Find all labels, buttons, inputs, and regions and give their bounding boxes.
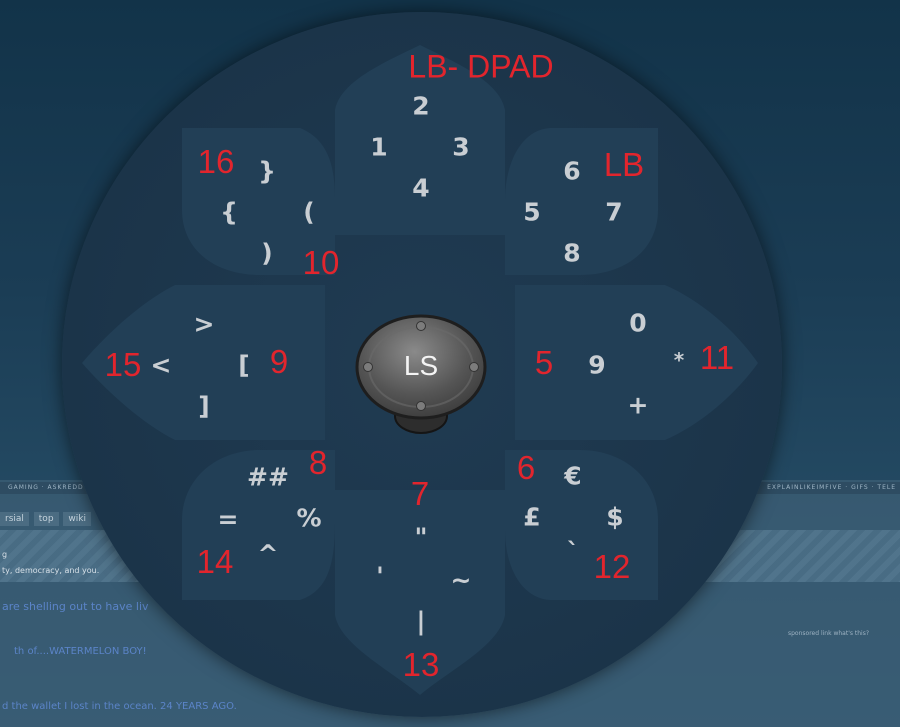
key-6: 6 <box>563 156 581 186</box>
key-close-paren: ) <box>261 238 273 268</box>
key-percent: % <box>296 503 322 533</box>
key-open-paren: ( <box>303 197 315 227</box>
key-asterisk: * <box>673 348 685 372</box>
key-5: 5 <box>523 197 541 227</box>
key-close-brace: } <box>258 156 276 186</box>
left-stick-label: LS <box>403 350 439 381</box>
key-1: 1 <box>370 132 388 162</box>
key-4: 4 <box>412 173 430 203</box>
group-label-9: 9 <box>269 343 289 380</box>
key-greater-than: > <box>193 309 215 339</box>
key-7: 7 <box>605 197 623 227</box>
group-label-13: 13 <box>402 646 440 683</box>
key-2: 2 <box>412 91 430 121</box>
key-equals: = <box>217 504 239 534</box>
key-caret: ^ <box>257 539 279 569</box>
group-label-14: 14 <box>196 543 234 580</box>
key-8: 8 <box>563 238 581 268</box>
group-label-11: 11 <box>699 339 735 376</box>
group-label-10: 10 <box>302 244 340 281</box>
group-label-lb: LB <box>603 146 645 183</box>
key-double-quote: " <box>414 522 428 552</box>
key-plus: + <box>627 390 649 420</box>
key-euro: € <box>564 461 582 491</box>
group-label-7: 7 <box>410 475 430 512</box>
key-apostrophe: ' <box>376 561 384 591</box>
group-label-5: 5 <box>534 344 554 381</box>
key-hash-hash: ## <box>247 462 289 492</box>
key-0: 0 <box>629 308 647 338</box>
key-close-bracket: ] <box>198 391 210 421</box>
group-label-16: 16 <box>197 143 235 180</box>
group-label-12: 12 <box>593 548 631 585</box>
key-open-bracket: [ <box>238 350 250 380</box>
group-label-15: 15 <box>104 346 142 383</box>
key-dollar: $ <box>606 502 624 532</box>
key-less-than: < <box>150 350 172 380</box>
group-label-8: 8 <box>308 444 328 481</box>
key-3: 3 <box>452 132 470 162</box>
key-open-brace: { <box>220 197 238 227</box>
group-title-lb-dpad: LB- DPAD <box>408 48 554 85</box>
group-label-6: 6 <box>516 449 536 486</box>
key-9: 9 <box>588 350 606 380</box>
key-pipe: | <box>416 606 426 636</box>
key-pound: £ <box>523 502 541 532</box>
key-backtick: ` <box>566 537 580 567</box>
key-tilde: ~ <box>450 565 472 595</box>
